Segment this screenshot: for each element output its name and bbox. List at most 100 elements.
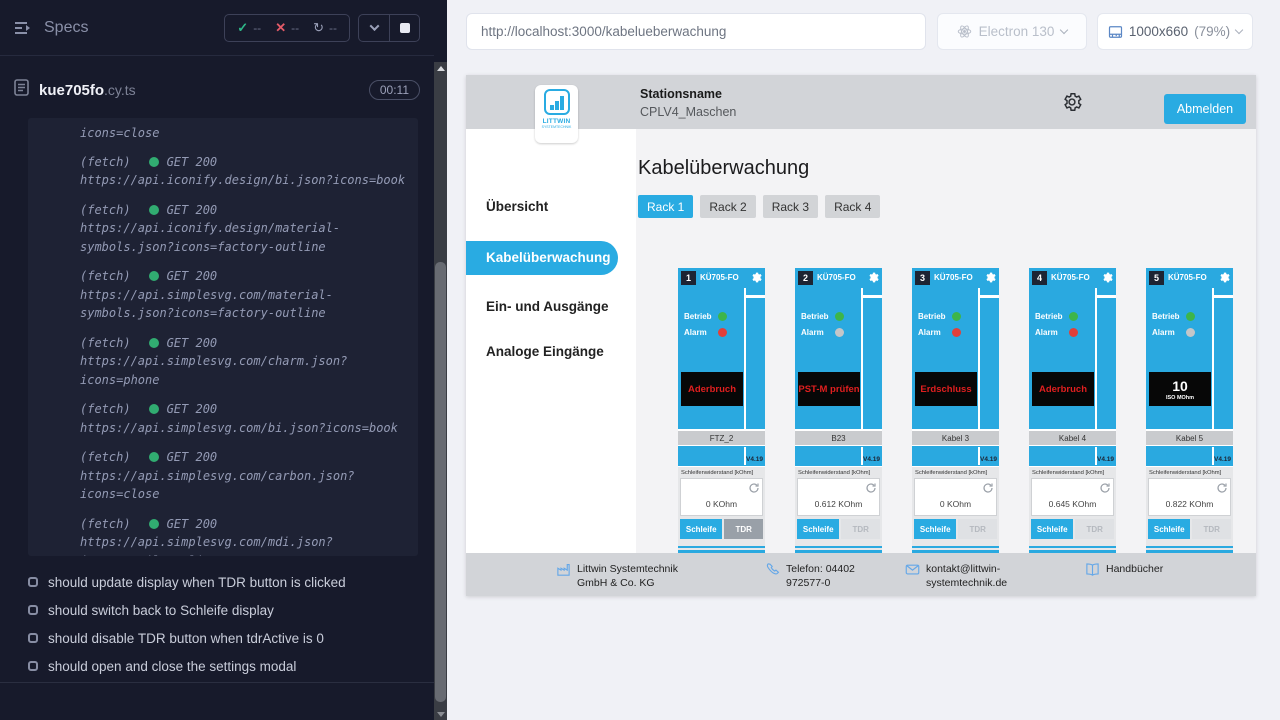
log-entry[interactable]: (fetch)GET 200 https://api.simplesvg.com… — [80, 448, 414, 504]
collapse-button[interactable] — [359, 15, 389, 41]
sidebar-item-kabelueberwachung[interactable]: Kabelüberwachung — [466, 241, 618, 275]
test-checkbox-icon — [28, 605, 38, 615]
logout-button[interactable]: Abmelden — [1164, 94, 1246, 124]
manuals-label[interactable]: Handbücher — [1106, 562, 1163, 577]
schleife-button[interactable]: Schleife — [914, 519, 956, 539]
card-settings-icon[interactable] — [1101, 271, 1114, 284]
refresh-icon[interactable] — [865, 481, 877, 493]
betrieb-label: Betrieb — [801, 312, 829, 321]
divider — [1214, 295, 1233, 298]
refresh-icon[interactable] — [748, 481, 760, 493]
device-card-2: 2 KÜ705-FO Betrieb Alarm PST-M prüfen B2… — [795, 268, 882, 553]
tdr-button[interactable]: TDR — [1192, 519, 1231, 539]
page-title: Kabelüberwachung — [638, 157, 809, 180]
firmware-version: V4.19 — [863, 456, 880, 463]
sidebar-item-uebersicht[interactable]: Übersicht — [466, 197, 636, 217]
schleife-button[interactable]: Schleife — [1148, 519, 1190, 539]
settings-gear-icon[interactable] — [1061, 91, 1083, 113]
card-model-label: KÜ705-FO — [1051, 273, 1090, 282]
log-entry[interactable]: (fetch)GET 200 https://api.iconify.desig… — [80, 153, 414, 190]
log-entry[interactable]: (fetch)GET 200 https://api.simplesvg.com… — [80, 267, 414, 323]
test-timer: 00:11 — [369, 80, 420, 100]
stop-button[interactable] — [389, 15, 419, 41]
test-item[interactable]: should disable TDR button when tdrActive… — [28, 624, 418, 652]
footer-email: kontakt@littwin-systemtechnik.de — [905, 562, 1014, 590]
test-item[interactable]: should open and close the settings modal — [28, 652, 418, 680]
lcd-display: Erdschluss — [915, 372, 977, 406]
book-icon — [1085, 562, 1100, 577]
log-entry[interactable]: (fetch)GET 200 https://api.iconify.desig… — [80, 201, 414, 257]
card-settings-icon[interactable] — [1218, 271, 1231, 284]
reporter-scrollbar[interactable] — [434, 62, 447, 720]
status-dot-icon — [149, 338, 159, 348]
passed-count: -- — [253, 21, 261, 35]
divider — [863, 295, 882, 298]
test-item[interactable]: should switch back to Schleife display — [28, 596, 418, 624]
log-partial-line: icons=close — [80, 124, 414, 143]
email-address[interactable]: kontakt@littwin-systemtechnik.de — [926, 562, 1014, 590]
schleife-button[interactable]: Schleife — [1031, 519, 1073, 539]
phone-number[interactable]: Telefon: 04402 972577-0 — [786, 562, 878, 590]
sidebar-item-analoge-eingaenge[interactable]: Analoge Eingänge — [466, 342, 636, 362]
tab-rack-3[interactable]: Rack 3 — [763, 195, 818, 218]
command-log[interactable]: icons=close (fetch)GET 200 https://api.i… — [28, 118, 418, 556]
failed-icon: ✕ — [275, 20, 286, 36]
viewport-indicator[interactable]: 1000x660 (79%) — [1097, 13, 1253, 50]
measurement-panel: Schleifenwiderstand [kOhm] 0 KOhm Schlei… — [678, 466, 765, 546]
device-card-3: 3 KÜ705-FO Betrieb Alarm Erdschluss Kabe… — [912, 268, 999, 553]
log-entry[interactable]: (fetch)GET 200 https://api.simplesvg.com… — [80, 334, 414, 390]
alarm-label: Alarm — [684, 328, 712, 337]
status-leds: Betrieb Alarm — [1152, 308, 1195, 340]
schleife-button[interactable]: Schleife — [680, 519, 722, 539]
card-settings-icon[interactable] — [867, 271, 880, 284]
betrieb-led — [835, 312, 844, 321]
rack-tabs: Rack 1 Rack 2 Rack 3 Rack 4 — [638, 195, 880, 218]
version-band: V4.19 — [795, 447, 882, 465]
firmware-version: V4.19 — [1097, 456, 1114, 463]
lcd-text: Aderbruch — [688, 384, 736, 395]
email-icon — [905, 562, 920, 577]
card-settings-icon[interactable] — [984, 271, 997, 284]
divider — [746, 295, 765, 298]
test-item[interactable]: should update display when TDR button is… — [28, 568, 418, 596]
refresh-icon[interactable] — [1216, 481, 1228, 493]
tdr-button[interactable]: TDR — [724, 519, 763, 539]
log-url: https://api.simplesvg.com/carbon.json?ic… — [80, 467, 416, 504]
value-box: 0.822 KOhm — [1148, 478, 1231, 516]
log-entry[interactable]: (fetch)GET 200 https://api.simplesvg.com… — [80, 515, 414, 557]
status-leds: Betrieb Alarm — [918, 308, 961, 340]
footer-manuals[interactable]: Handbücher — [1085, 562, 1163, 577]
tdr-button[interactable]: TDR — [841, 519, 880, 539]
refresh-icon[interactable] — [982, 481, 994, 493]
specs-menu-icon[interactable] — [14, 20, 34, 36]
spec-file-row[interactable]: kue705fo.cy.ts 00:11 — [14, 72, 420, 108]
viewport-size: 1000x660 — [1129, 24, 1188, 39]
schleife-button[interactable]: Schleife — [797, 519, 839, 539]
lcd-text: 10 — [1172, 378, 1188, 394]
spec-file-icon — [14, 79, 29, 101]
url-input[interactable] — [466, 13, 926, 50]
scroll-up-button[interactable] — [434, 62, 447, 74]
sidebar-item-ein-und-ausgaenge[interactable]: Ein- und Ausgänge — [466, 297, 636, 317]
specs-label[interactable]: Specs — [44, 19, 88, 37]
measure-label: Schleifenwiderstand [kOhm] — [1149, 470, 1231, 476]
tdr-button[interactable]: TDR — [1075, 519, 1114, 539]
tab-rack-2[interactable]: Rack 2 — [700, 195, 755, 218]
tdr-button[interactable]: TDR — [958, 519, 997, 539]
scrollbar-thumb[interactable] — [435, 262, 446, 702]
refresh-icon[interactable] — [1099, 481, 1111, 493]
app-main: Kabelüberwachung Rack 1 Rack 2 Rack 3 Ra… — [636, 129, 1256, 553]
stat-pending: ↻-- — [313, 20, 337, 36]
status-dot-icon — [149, 452, 159, 462]
scroll-down-button[interactable] — [434, 708, 447, 720]
tab-rack-1[interactable]: Rack 1 — [638, 195, 693, 218]
tab-rack-4[interactable]: Rack 4 — [825, 195, 880, 218]
log-entry[interactable]: (fetch)GET 200 https://api.simplesvg.com… — [80, 400, 414, 437]
measurement-panel: Schleifenwiderstand [kOhm] 0.645 KOhm Sc… — [1029, 466, 1116, 546]
browser-select[interactable]: Electron 130 — [937, 13, 1087, 50]
card-settings-icon[interactable] — [750, 271, 763, 284]
card-model-label: KÜ705-FO — [934, 273, 973, 282]
lcd-display: Aderbruch — [681, 372, 743, 406]
betrieb-label: Betrieb — [1152, 312, 1180, 321]
measure-value: 0.612 KOhm — [798, 499, 879, 509]
